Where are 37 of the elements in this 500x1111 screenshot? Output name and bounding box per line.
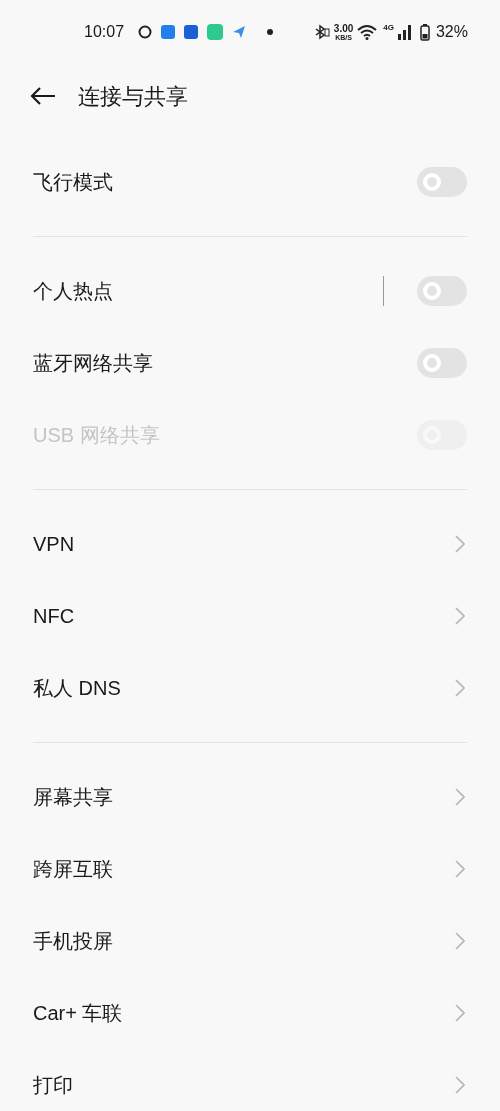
setting-label: NFC <box>33 604 76 629</box>
setting-label: 飞行模式 <box>33 170 114 195</box>
setting-label: 打印 <box>33 1073 74 1098</box>
chevron-right-icon <box>455 932 465 950</box>
chevron-right-icon <box>455 1076 465 1094</box>
chevron-right-icon <box>455 607 465 625</box>
chevron-right-icon <box>455 1004 465 1022</box>
signal-icon <box>397 24 412 40</box>
chevron-right-icon <box>455 535 465 553</box>
chevron-right-icon <box>455 788 465 806</box>
app-icon <box>138 25 153 39</box>
status-time: 10:07 <box>84 22 125 42</box>
app-icon <box>161 25 176 39</box>
setting-label: Car+ 车联 <box>33 1001 124 1026</box>
toggle-switch[interactable] <box>417 348 467 378</box>
app-icon <box>184 25 199 39</box>
back-arrow-icon[interactable] <box>30 86 56 106</box>
setting-label: 屏幕共享 <box>33 785 114 810</box>
bluetooth-icon <box>313 24 330 40</box>
chevron-right-icon <box>455 860 465 878</box>
network-type: 4G <box>383 22 394 34</box>
setting-label: 跨屏互联 <box>33 857 114 882</box>
net-speed: 3.00 <box>333 23 354 34</box>
setting-label: 个人热点 <box>33 279 114 304</box>
setting-label: 手机投屏 <box>33 929 114 954</box>
setting-label: VPN <box>33 532 76 557</box>
toggle-switch[interactable] <box>417 276 467 306</box>
battery-percent: 32% <box>435 22 468 42</box>
setting-label: 蓝牙网络共享 <box>33 351 154 376</box>
page-title: 连接与共享 <box>78 82 188 111</box>
battery-icon <box>419 23 430 41</box>
paper-plane-icon <box>232 25 247 39</box>
wifi-icon <box>357 24 378 40</box>
app-icon <box>207 24 224 40</box>
chevron-right-icon <box>455 679 465 697</box>
toggle-switch[interactable] <box>417 167 467 197</box>
setting-label: 私人 DNS <box>33 676 122 701</box>
